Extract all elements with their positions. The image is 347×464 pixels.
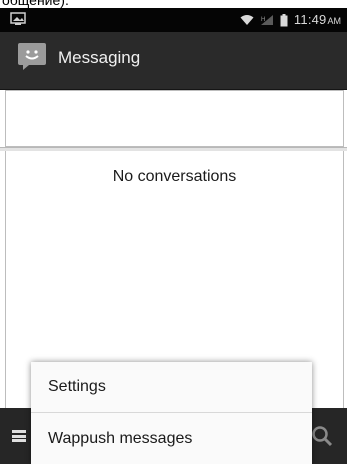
compose-area[interactable] bbox=[5, 90, 344, 147]
app-title: Messaging bbox=[58, 48, 141, 67]
clock-time: 11:49 bbox=[293, 12, 327, 27]
action-bar: Messaging bbox=[0, 32, 347, 90]
battery-icon bbox=[280, 13, 288, 26]
menu-icon[interactable] bbox=[12, 430, 26, 442]
caption-text: общение). bbox=[2, 0, 69, 8]
empty-state-message: No conversations bbox=[112, 168, 237, 185]
menu-item-settings[interactable]: Settings bbox=[31, 362, 312, 413]
search-icon[interactable] bbox=[311, 425, 333, 447]
svg-text:H: H bbox=[261, 17, 265, 23]
clock: 11:49AM bbox=[294, 11, 341, 29]
menu-item-wappush-messages[interactable]: Wappush messages bbox=[31, 413, 312, 464]
caption-strip: общение). bbox=[0, 0, 347, 8]
status-bar: H 11:49AM bbox=[0, 8, 347, 32]
clock-ampm: AM bbox=[327, 16, 342, 26]
wifi-icon bbox=[240, 15, 254, 25]
messaging-app-icon[interactable] bbox=[17, 41, 47, 71]
status-right-group: H 11:49AM bbox=[240, 8, 341, 32]
options-menu-popup: Settings Wappush messages bbox=[31, 362, 312, 464]
signal-icon: H bbox=[260, 15, 273, 25]
screenshot-notification-icon bbox=[10, 12, 26, 25]
